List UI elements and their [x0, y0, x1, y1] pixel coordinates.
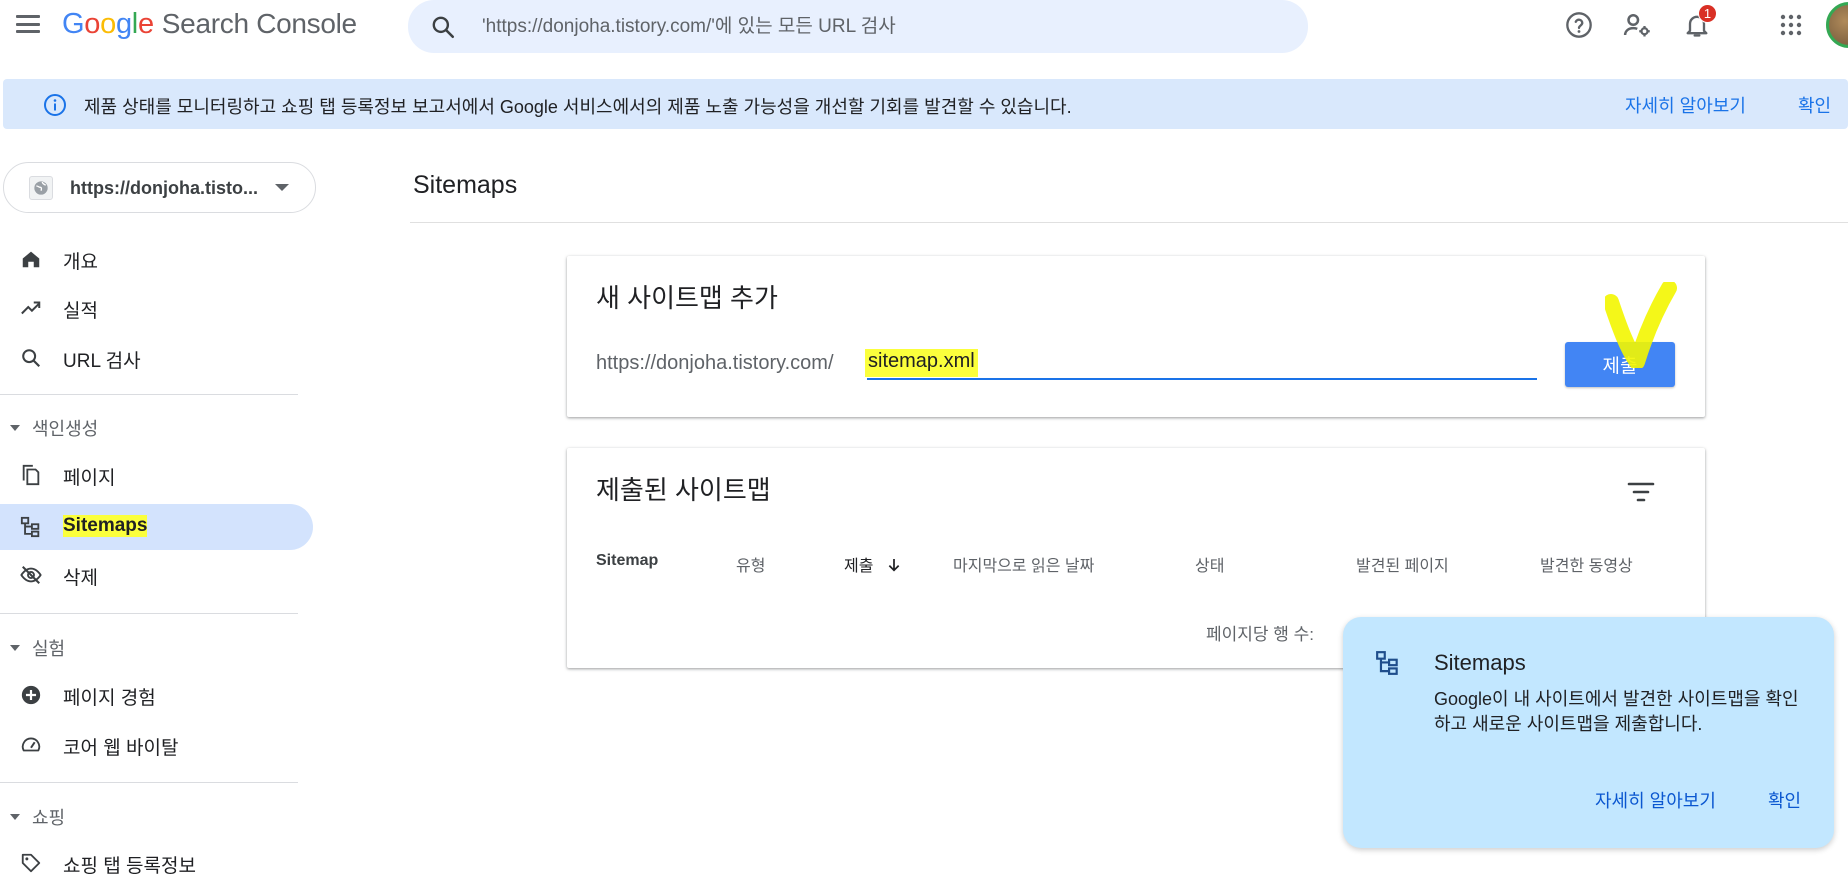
sort-arrow-down-icon: [888, 559, 900, 572]
sidebar-item-shopping-tab-listings[interactable]: 쇼핑 탭 등록정보: [0, 840, 313, 886]
sidebar-item-label: 실적: [63, 301, 98, 322]
popup-ok-button[interactable]: 확인: [1768, 787, 1801, 813]
sitemap-icon: [1375, 649, 1401, 682]
search-icon[interactable]: [430, 14, 456, 40]
submitted-sitemaps-title: 제출된 사이트맵: [596, 475, 771, 505]
popup-learn-more-link[interactable]: 자세히 알아보기: [1595, 787, 1716, 813]
google-search-console-logo[interactable]: Google Search Console: [62, 8, 357, 41]
column-header-status[interactable]: 상태: [1195, 552, 1224, 576]
expand-arrow-icon: [10, 814, 20, 820]
sidebar-item-url-inspection[interactable]: URL 검사: [0, 335, 313, 381]
help-icon[interactable]: [1563, 9, 1595, 41]
globe-icon: [29, 176, 53, 200]
sidebar-divider: [0, 613, 298, 614]
property-url: https://donjoha.tisto...: [70, 178, 258, 198]
menu-icon[interactable]: [14, 12, 42, 36]
logo-letter: G: [62, 8, 85, 40]
apps-icon[interactable]: [1775, 9, 1807, 41]
sidebar-item-core-web-vitals[interactable]: 코어 웹 바이탈: [0, 722, 313, 768]
sidebar-item-label: 페이지: [63, 468, 116, 489]
sidebar-section-title: 실험: [32, 639, 66, 659]
filter-icon[interactable]: [1623, 474, 1659, 510]
url-inspection-input[interactable]: [482, 15, 1242, 38]
add-sitemap-card: 새 사이트맵 추가 https://donjoha.tistory.com/ s…: [567, 256, 1705, 417]
sidebar-item-overview[interactable]: 개요: [0, 236, 313, 282]
add-sitemap-title: 새 사이트맵 추가: [596, 283, 778, 313]
sidebar-section-title: 쇼핑: [32, 808, 66, 828]
banner-dismiss-button[interactable]: 확인: [1798, 92, 1831, 118]
notifications-icon[interactable]: 1: [1681, 4, 1717, 41]
info-icon: [43, 93, 67, 122]
sidebar-item-pages[interactable]: 페이지: [0, 452, 313, 498]
visibility-off-icon: [19, 563, 43, 587]
sidebar-item-label: 페이지 경험: [63, 688, 156, 709]
expand-arrow-icon: [10, 645, 20, 651]
sitemap-url-prefix: https://donjoha.tistory.com/: [596, 352, 834, 374]
trending-icon: [19, 296, 43, 320]
logo-letter: e: [137, 8, 154, 40]
popup-title: Sitemaps: [1434, 650, 1526, 675]
top-app-bar: GoogleSearch Console 1: [0, 0, 1848, 53]
pages-icon: [19, 463, 43, 487]
home-icon: [19, 247, 43, 271]
info-banner: 제품 상태를 모니터링하고 쇼핑 탭 등록정보 보고서에서 Google 서비스…: [3, 79, 1848, 129]
sidebar-section-shopping[interactable]: 쇼핑: [10, 804, 65, 830]
chevron-down-icon: [275, 184, 289, 191]
sitemap-icon: [19, 515, 43, 539]
banner-learn-more-link[interactable]: 자세히 알아보기: [1625, 92, 1746, 118]
submit-button[interactable]: 제출: [1565, 342, 1675, 387]
sidebar-section-title: 색인생성: [32, 419, 99, 439]
search-icon: [19, 346, 43, 370]
sidebar-item-label: 코어 웹 바이탈: [63, 738, 179, 759]
column-header-sitemap[interactable]: Sitemap: [596, 552, 658, 570]
title-divider: [410, 222, 1848, 223]
sidebar-item-label: URL 검사: [63, 351, 141, 372]
sidebar-item-label: 삭제: [63, 568, 98, 589]
product-name: Search Console: [161, 8, 357, 39]
url-inspection-search-bar[interactable]: [408, 0, 1308, 53]
column-header-submitted[interactable]: 제출: [844, 552, 902, 576]
page-title: Sitemaps: [413, 171, 518, 199]
tag-icon: [19, 851, 43, 875]
sidebar-section-indexing[interactable]: 색인생성: [10, 415, 98, 441]
sidebar-divider: [0, 394, 298, 395]
logo-letter: o: [100, 8, 116, 40]
manage-users-icon[interactable]: [1621, 9, 1653, 41]
sidebar-divider: [0, 782, 298, 783]
logo-letter: g: [115, 8, 132, 40]
logo-letter: o: [84, 8, 101, 40]
expand-arrow-icon: [10, 425, 20, 431]
sidebar-item-removals[interactable]: 삭제: [0, 552, 313, 598]
column-header-last-read[interactable]: 마지막으로 읽은 날짜: [953, 552, 1094, 576]
sidebar-item-performance[interactable]: 실적: [0, 285, 313, 331]
sidebar-section-experience[interactable]: 실험: [10, 635, 65, 661]
sitemap-url-input[interactable]: [867, 348, 1537, 380]
sidebar-item-label: 개요: [63, 252, 98, 273]
column-header-type[interactable]: 유형: [736, 552, 765, 576]
property-selector[interactable]: https://donjoha.tisto...: [3, 162, 316, 213]
notification-badge: 1: [1698, 4, 1717, 23]
column-header-discovered-pages[interactable]: 발견된 페이지: [1356, 552, 1449, 576]
sidebar-item-label: Sitemaps: [63, 515, 148, 537]
speed-icon: [19, 733, 43, 757]
sidebar-item-page-experience[interactable]: 페이지 경험: [0, 672, 313, 718]
rows-per-page-label: 페이지당 행 수:: [1206, 625, 1315, 644]
avatar[interactable]: [1826, 2, 1848, 48]
sitemaps-info-popup: Sitemaps Google이 내 사이트에서 발견한 사이트맵을 확인하고 …: [1343, 617, 1834, 848]
column-header-label: 제출: [844, 558, 874, 575]
sidebar-item-sitemaps[interactable]: Sitemaps: [0, 504, 313, 550]
add-circle-icon: [19, 683, 43, 707]
banner-message: 제품 상태를 모니터링하고 쇼핑 탭 등록정보 보고서에서 Google 서비스…: [84, 97, 1072, 117]
column-header-discovered-videos[interactable]: 발견한 동영상: [1540, 552, 1633, 576]
popup-body: Google이 내 사이트에서 발견한 사이트맵을 확인하고 새로운 사이트맵을…: [1434, 689, 1799, 734]
